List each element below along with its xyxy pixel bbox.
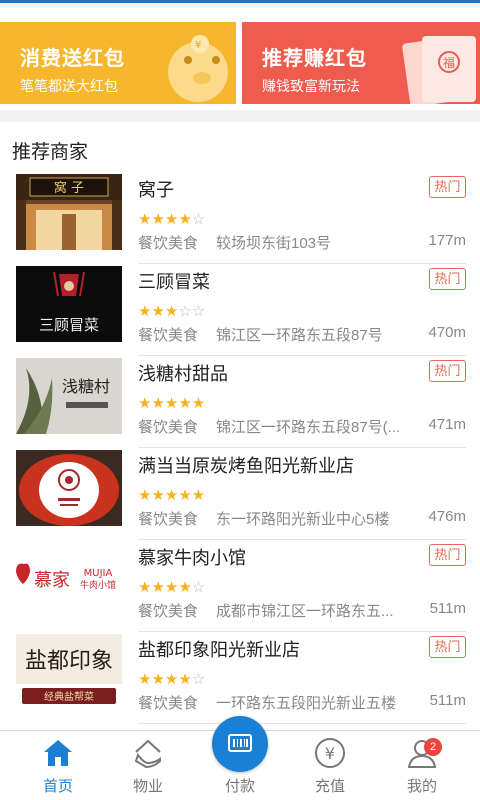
- merchant-name: 浅糖村甜品: [138, 364, 228, 384]
- svg-text:¥: ¥: [325, 744, 335, 763]
- tab-label: 首页: [42, 778, 73, 795]
- pay-icon: [228, 734, 252, 752]
- merchant-address: 较场坝东街103号: [216, 235, 332, 252]
- recharge-icon: ¥: [315, 738, 345, 768]
- merchant-photo: 浅糖村: [16, 358, 122, 434]
- hot-tag: 热门: [429, 268, 466, 290]
- merchant-category: 餐饮美食: [138, 695, 199, 712]
- shop-logo-cn: 慕家: [34, 570, 70, 591]
- merchant-item[interactable]: 盐都印象 经典盐帮菜 盐都印象阳光新业店 热门 ★★★★☆ 餐饮美食 一环路东五…: [0, 632, 480, 724]
- tab-profile[interactable]: 我的: [374, 731, 470, 800]
- merchant-item[interactable]: 满当当原炭烤鱼阳光新业店 ★★★★★ 餐饮美食 东一环路阳光新业中心5楼 476…: [0, 448, 480, 540]
- tab-label: 充值: [314, 778, 345, 795]
- merchant-photo: 慕家 MUJIA 牛肉小馆: [16, 542, 122, 618]
- shop-logo-sub: 经典盐帮菜: [44, 690, 94, 703]
- profile-notification-badge: 2: [424, 738, 442, 756]
- tab-label: 物业: [132, 778, 163, 795]
- banner-referral-reward[interactable]: 福 推荐赚红包 赚钱致富新玩法: [242, 22, 480, 104]
- rating-stars: ★★★★☆: [138, 671, 206, 688]
- tab-recharge[interactable]: ¥ 充值: [282, 731, 378, 800]
- merchant-address: 东一环路阳光新业中心5楼: [216, 511, 390, 528]
- merchant-item[interactable]: 窝 子 窝子 热门 ★★★★☆ 餐饮美食 较场坝东街103号 177m: [0, 172, 480, 264]
- rating-stars: ★★★★★: [138, 487, 206, 504]
- rating-stars: ★★★★☆: [138, 579, 206, 596]
- hot-tag: 热门: [429, 636, 466, 658]
- merchant-name: 慕家牛肉小馆: [138, 548, 246, 568]
- merchant-category: 餐饮美食: [138, 327, 199, 344]
- shop-logo-en: MUJIA: [84, 568, 113, 579]
- merchant-category: 餐饮美食: [138, 419, 199, 436]
- piggy-bank-illustration: ¥: [168, 35, 228, 102]
- banner-right-subtitle: 赚钱致富新玩法: [262, 78, 360, 94]
- hot-tag: 热门: [429, 360, 466, 382]
- merchant-category: 餐饮美食: [138, 511, 199, 528]
- banner-consume-reward[interactable]: ¥ 消费送红包 笔笔都送大红包: [0, 22, 236, 104]
- shop-logo-text: 盐都印象: [25, 649, 113, 674]
- shop-logo-text: 浅糖村: [62, 377, 110, 396]
- merchant-name: 盐都印象阳光新业店: [138, 640, 300, 660]
- merchant-photo: 盐都印象 经典盐帮菜: [16, 634, 122, 710]
- merchant-distance: 177m: [428, 232, 466, 249]
- merchant-distance: 476m: [428, 508, 466, 525]
- rating-stars: ★★★☆☆: [138, 303, 206, 320]
- tab-property[interactable]: 物业: [100, 731, 196, 800]
- row-divider: [138, 723, 466, 724]
- rating-stars: ★★★★☆: [138, 211, 206, 228]
- section-title-recommended: 推荐商家: [12, 142, 89, 163]
- merchant-item[interactable]: 慕家 MUJIA 牛肉小馆 慕家牛肉小馆 热门 ★★★★☆ 餐饮美食 成都市锦江…: [0, 540, 480, 632]
- tab-label: 付款: [224, 778, 255, 795]
- merchant-photo: 三顾冒菜: [16, 266, 122, 342]
- merchant-name: 三顾冒菜: [138, 272, 210, 292]
- tab-home[interactable]: 首页: [10, 731, 106, 800]
- promo-banners: ¥ 消费送红包 笔笔都送大红包 福 推荐赚红包 赚钱致富新玩法: [0, 16, 480, 112]
- merchant-address: 锦江区一环路东五段87号: [216, 327, 383, 344]
- hot-tag: 热门: [429, 176, 466, 198]
- svg-text:¥: ¥: [195, 40, 201, 51]
- shop-sign-text: 窝 子: [54, 180, 84, 196]
- home-icon: [44, 740, 72, 766]
- merchant-address: 锦江区一环路东五段87号(...: [216, 419, 401, 436]
- shop-logo-text: 三顾冒菜: [39, 316, 99, 334]
- merchant-item[interactable]: 三顾冒菜 三顾冒菜 热门 ★★★☆☆ 餐饮美食 锦江区一环路东五段87号 470…: [0, 264, 480, 356]
- section-divider: [0, 110, 480, 122]
- hot-tag: 热门: [429, 544, 466, 566]
- merchant-name: 满当当原炭烤鱼阳光新业店: [138, 456, 354, 476]
- tab-label: 我的: [406, 778, 437, 795]
- merchant-photo: [16, 450, 122, 526]
- top-accent-line: [0, 0, 480, 3]
- merchant-address: 一环路东五段阳光新业五楼: [216, 695, 397, 712]
- top-strip: [0, 0, 480, 8]
- red-envelope-illustration: 福: [402, 36, 476, 104]
- merchant-category: 餐饮美食: [138, 235, 199, 252]
- merchant-distance: 470m: [428, 324, 466, 341]
- merchant-item[interactable]: 浅糖村 浅糖村甜品 热门 ★★★★★ 餐饮美食 锦江区一环路东五段87号(...…: [0, 356, 480, 448]
- pay-button[interactable]: [212, 716, 268, 772]
- merchant-distance: 511m: [429, 600, 466, 617]
- merchant-address: 成都市锦江区一环路东五...: [216, 603, 394, 620]
- banner-left-subtitle: 笔笔都送大红包: [20, 78, 118, 94]
- merchant-category: 餐饮美食: [138, 603, 199, 620]
- shop-logo-sub: 牛肉小馆: [80, 579, 116, 591]
- merchant-distance: 511m: [429, 692, 466, 709]
- rating-stars: ★★★★★: [138, 395, 206, 412]
- svg-text:福: 福: [443, 55, 455, 70]
- merchant-photo: 窝 子: [16, 174, 122, 250]
- property-icon: [134, 739, 161, 769]
- merchant-distance: 471m: [428, 416, 466, 433]
- banner-left-title: 消费送红包: [20, 48, 125, 70]
- banner-right-title: 推荐赚红包: [262, 48, 367, 70]
- merchant-name: 窝子: [138, 180, 174, 200]
